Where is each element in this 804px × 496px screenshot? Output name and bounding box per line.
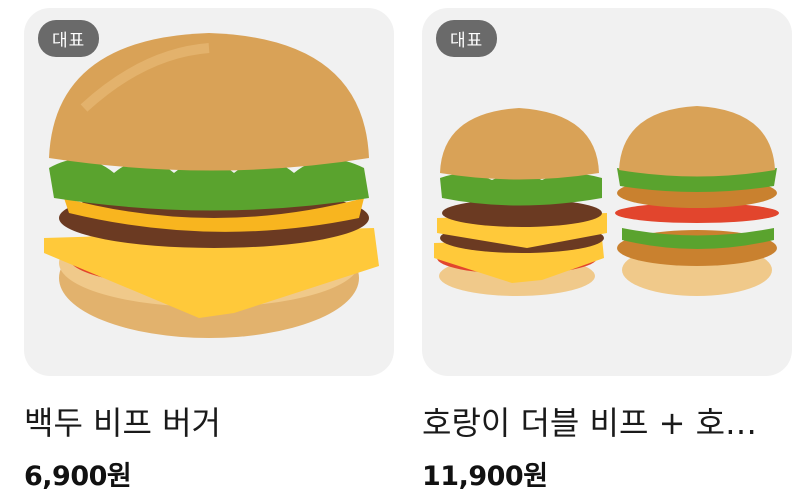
product-card-2[interactable]: 대표 호랑이 더블 비프 + 호… 11,900원 (422, 8, 792, 493)
product-price: 11,900원 (422, 461, 548, 492)
product-card-1[interactable]: 대표 백두 비프 버거 6,900원 (24, 8, 394, 493)
badge-representative: 대표 (436, 20, 498, 57)
double-burger-image (434, 106, 779, 296)
product-price: 6,900원 (24, 461, 132, 492)
product-name[interactable]: 백두 비프 버거 (24, 398, 394, 444)
product-thumbnail[interactable]: 대표 (422, 8, 792, 376)
burger-image (44, 33, 379, 338)
product-name[interactable]: 호랑이 더블 비프 + 호… (422, 398, 792, 444)
badge-representative: 대표 (38, 20, 100, 57)
product-thumbnail[interactable]: 대표 (24, 8, 394, 376)
